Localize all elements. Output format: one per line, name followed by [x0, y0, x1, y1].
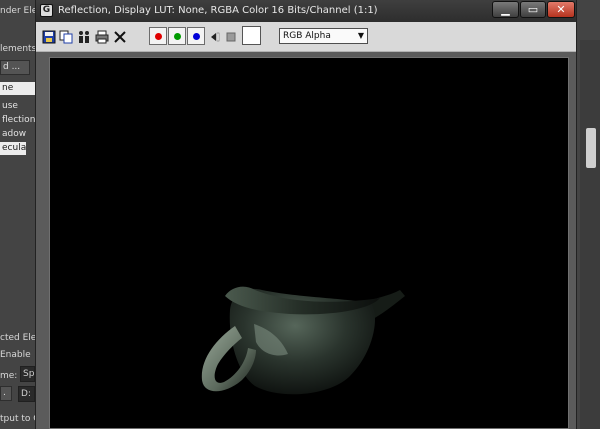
minimize-button[interactable]: ▁: [492, 1, 519, 18]
scrollbar-thumb[interactable]: [586, 128, 596, 168]
enable-checkbox-label[interactable]: Enable: [0, 350, 31, 360]
monochrome-icon[interactable]: [207, 30, 221, 44]
channel-select-value: RGB Alpha: [283, 31, 331, 41]
close-button[interactable]: ✕: [547, 1, 575, 18]
titlebar[interactable]: G Reflection, Display LUT: None, RGBA Co…: [36, 0, 576, 22]
rendered-frame-window: G Reflection, Display LUT: None, RGBA Co…: [35, 0, 577, 429]
blue-channel-button[interactable]: [187, 27, 205, 45]
list-item[interactable]: ne: [0, 82, 36, 95]
elements-list[interactable]: ne use flection adow ecular: [0, 80, 36, 158]
red-channel-button[interactable]: [149, 27, 167, 45]
rendered-teapot-image: [201, 286, 405, 395]
selected-element-label: cted Ele: [0, 333, 37, 343]
clone-icon[interactable]: [77, 30, 91, 44]
blue-dot-icon: [193, 33, 200, 40]
output-label: tput to C: [0, 414, 40, 424]
alpha-channel-icon[interactable]: [224, 30, 238, 44]
path-button[interactable]: .: [0, 386, 12, 401]
list-item[interactable]: use: [0, 100, 36, 113]
list-item[interactable]: ecular: [0, 142, 26, 155]
name-label: me:: [0, 371, 18, 381]
panel-title: nder Ele: [0, 6, 38, 16]
chevron-down-icon: ▼: [357, 31, 364, 40]
render-viewport[interactable]: [49, 57, 569, 429]
group-label: lements: [0, 44, 37, 54]
panel-scrollbar[interactable]: [580, 40, 600, 429]
clear-icon[interactable]: [113, 30, 127, 44]
app-icon: G: [40, 4, 53, 17]
red-dot-icon: [155, 33, 162, 40]
list-item[interactable]: flection: [0, 114, 36, 127]
maximize-button[interactable]: ▭: [520, 1, 546, 18]
green-channel-button[interactable]: [168, 27, 186, 45]
path-field[interactable]: D:: [18, 386, 35, 402]
save-icon[interactable]: [42, 30, 56, 44]
frame-toolbar: RGB Alpha ▼: [36, 22, 576, 52]
background-color-swatch[interactable]: [242, 26, 261, 45]
list-item[interactable]: adow: [0, 128, 36, 141]
green-dot-icon: [174, 33, 181, 40]
copy-icon[interactable]: [59, 30, 73, 44]
add-button[interactable]: d ...: [0, 60, 30, 75]
name-field[interactable]: Sp: [20, 366, 35, 382]
print-icon[interactable]: [95, 30, 109, 44]
window-title: Reflection, Display LUT: None, RGBA Colo…: [58, 5, 378, 16]
channel-display-dropdown[interactable]: RGB Alpha ▼: [279, 28, 368, 44]
